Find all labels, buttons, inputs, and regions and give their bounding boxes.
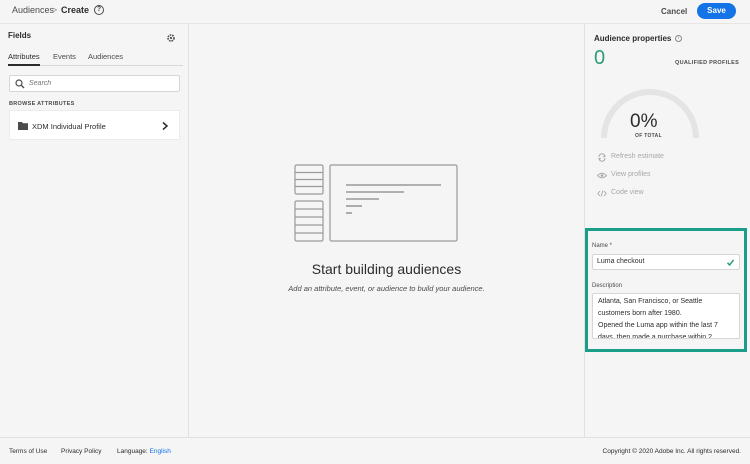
info-icon[interactable]: i <box>675 35 682 42</box>
empty-state-subtitle: Add an attribute, event, or audience to … <box>288 284 485 293</box>
breadcrumb-separator: > <box>52 5 58 15</box>
empty-state-illustration <box>294 164 458 242</box>
refresh-icon <box>598 153 606 162</box>
gear-icon[interactable] <box>166 33 176 43</box>
tab-audiences[interactable]: Audiences <box>88 52 123 61</box>
audience-properties-title: Audience properties <box>594 34 672 43</box>
percent-of-total: 0% <box>630 111 658 132</box>
top-bar: Audiences > Create ? Cancel Save <box>0 0 750 24</box>
cancel-button[interactable]: Cancel <box>661 7 687 16</box>
name-field[interactable]: Luma checkout <box>592 254 740 270</box>
fields-panel: Fields Attributes Events Audiences BROWS… <box>0 24 189 437</box>
help-icon[interactable]: ? <box>94 5 104 15</box>
page-title: Create <box>61 5 90 15</box>
footer: Terms of Use Privacy Policy Language: En… <box>0 437 750 464</box>
refresh-estimate-label: Refresh estimate <box>611 153 664 160</box>
folder-icon <box>18 122 28 130</box>
checkmark-icon <box>726 259 735 267</box>
qualified-count: 0 <box>594 47 606 69</box>
view-profiles-label: View profiles <box>611 171 651 178</box>
fields-tabs: Attributes Events Audiences <box>8 52 183 66</box>
terms-of-use-link[interactable]: Terms of Use <box>9 448 47 455</box>
language-selector: Language: English <box>117 448 171 455</box>
privacy-policy-link[interactable]: Privacy Policy <box>61 448 101 455</box>
language-label: Language: <box>117 448 148 455</box>
eye-icon <box>597 172 607 179</box>
empty-state-title: Start building audiences <box>311 261 462 277</box>
search-box <box>9 75 180 92</box>
fields-title: Fields <box>8 31 32 40</box>
language-value[interactable]: English <box>150 448 171 455</box>
description-label: Description <box>592 283 623 289</box>
copyright: Copyright © 2020 Adobe Inc. All rights r… <box>602 448 741 455</box>
qualified-profiles-label: QUALIFIED PROFILES <box>675 60 740 66</box>
description-value: Atlanta, San Francisco, or Seattle custo… <box>598 298 718 339</box>
breadcrumb-audiences[interactable]: Audiences <box>12 5 54 15</box>
code-view-label: Code view <box>611 189 644 196</box>
xdm-item-label: XDM Individual Profile <box>32 122 106 131</box>
description-field[interactable]: Atlanta, San Francisco, or Seattle custo… <box>592 293 740 339</box>
save-button[interactable]: Save <box>697 3 736 19</box>
search-icon <box>15 79 25 89</box>
audience-canvas[interactable]: Start building audiences Add an attribut… <box>190 24 583 437</box>
xdm-individual-profile-item[interactable]: XDM Individual Profile <box>9 110 180 140</box>
name-value: Luma checkout <box>597 258 645 265</box>
code-icon <box>597 190 607 197</box>
chevron-right-icon <box>162 121 169 131</box>
search-input[interactable] <box>29 77 177 90</box>
name-label: Name * <box>592 243 613 249</box>
tab-attributes[interactable]: Attributes <box>8 52 40 66</box>
tab-events[interactable]: Events <box>53 52 76 61</box>
browse-attributes-heading: BROWSE ATTRIBUTES <box>9 101 75 107</box>
of-total-label: OF TOTAL <box>635 133 662 139</box>
